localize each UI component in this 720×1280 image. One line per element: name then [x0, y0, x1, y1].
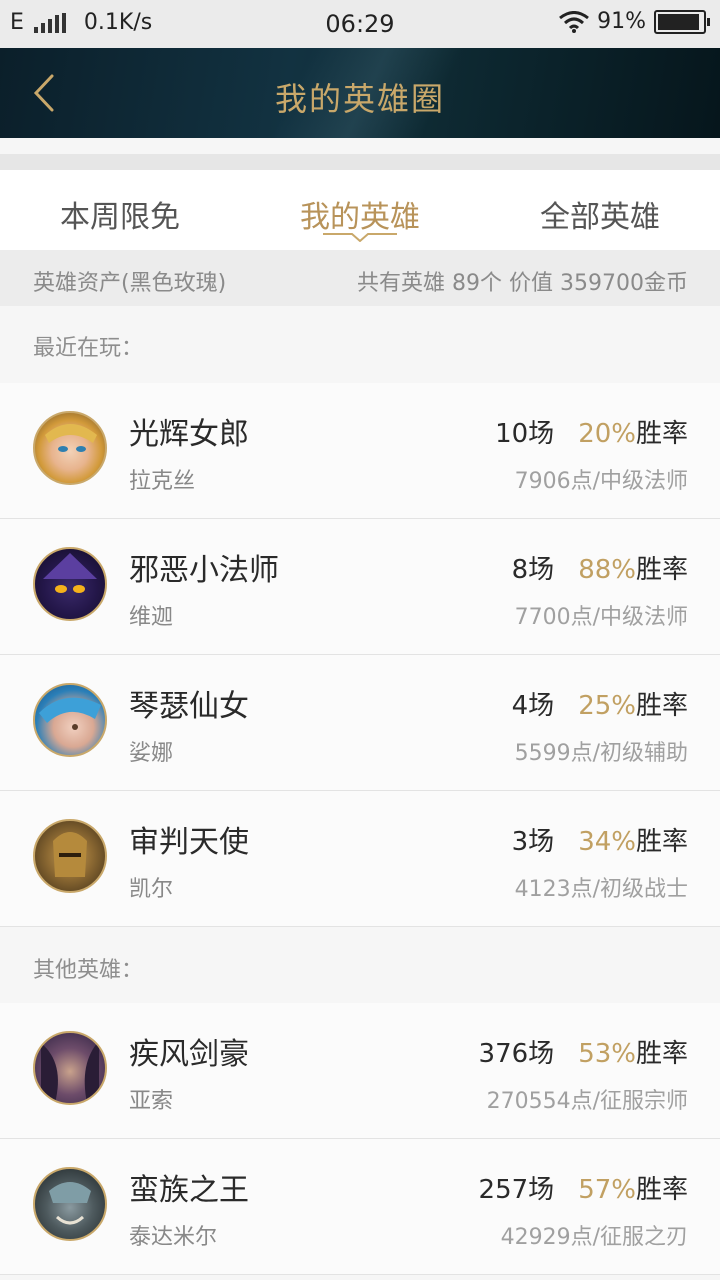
- hero-stats: 4场 25%胜率: [512, 685, 688, 722]
- hero-name: 光辉女郎: [129, 417, 249, 452]
- hero-row[interactable]: 审判天使 凯尔 3场 34%胜率 4123点/初级战士: [0, 791, 720, 927]
- section-label-others: 其他英雄：: [33, 958, 144, 983]
- other-hero-list: 疾风剑豪 亚索 376场 53%胜率 270554点/征服宗师 蛮族之王 泰达米尔…: [0, 1003, 720, 1275]
- page-title: 我的英雄圈: [274, 80, 445, 118]
- win-rate-suffix: 胜率: [635, 1039, 688, 1069]
- hero-row[interactable]: 邪恶小法师 维迦 8场 88%胜率 7700点/中级法师: [0, 519, 720, 655]
- hero-avatar: [33, 1031, 107, 1105]
- games-count: 3场: [511, 827, 555, 857]
- hero-avatar: [33, 683, 107, 757]
- win-rate-suffix: 胜率: [635, 1175, 688, 1205]
- hero-stats: 10场 20%胜率: [495, 413, 688, 450]
- win-rate-suffix: 胜率: [635, 827, 688, 857]
- wifi-icon: [559, 10, 590, 33]
- hero-name: 琴瑟仙女: [129, 689, 249, 724]
- hero-stats: 3场 34%胜率: [512, 821, 688, 858]
- hero-row[interactable]: 琴瑟仙女 娑娜 4场 25%胜率 5599点/初级辅助: [0, 655, 720, 791]
- section-label-recent: 最近在玩：: [33, 336, 144, 361]
- recent-hero-list: 光辉女郎 拉克丝 10场 20%胜率 7906点/中级法师 邪恶小法师 维迦 8场…: [0, 383, 720, 927]
- hero-subname: 维迦: [129, 605, 174, 630]
- games-count: 8场: [511, 555, 555, 585]
- hero-level: 5599点/初级辅助: [514, 741, 688, 766]
- win-rate-suffix: 胜率: [635, 419, 688, 449]
- win-rate-suffix: 胜率: [635, 555, 688, 585]
- tab-my-heroes[interactable]: 我的英雄: [240, 170, 480, 250]
- hero-avatar: [33, 411, 107, 485]
- hero-row[interactable]: 蛮族之王 泰达米尔 257场 57%胜率 42929点/征服之刃: [0, 1139, 720, 1275]
- tab-bar: 本周限免 我的英雄 全部英雄: [0, 170, 720, 250]
- win-rate: 88%: [578, 555, 636, 585]
- hero-level: 7906点/中级法师: [514, 469, 688, 494]
- hero-row[interactable]: 光辉女郎 拉克丝 10场 20%胜率 7906点/中级法师: [0, 383, 720, 519]
- hero-name: 审判天使: [129, 825, 249, 860]
- hero-avatar: [33, 1167, 107, 1241]
- hero-stats: 257场 57%胜率: [479, 1169, 688, 1206]
- games-count: 10场: [495, 419, 555, 449]
- hero-subname: 泰达米尔: [129, 1225, 218, 1250]
- hero-level: 4123点/初级战士: [514, 877, 688, 902]
- games-count: 257场: [478, 1175, 555, 1205]
- hero-assets-bar: 英雄资产(黑色玫瑰) 共有英雄 89个 价值 359700金币: [0, 250, 720, 306]
- win-rate-suffix: 胜率: [635, 691, 688, 721]
- hero-name: 蛮族之王: [129, 1173, 249, 1208]
- hero-avatar: [33, 547, 107, 621]
- hero-subname: 拉克丝: [129, 469, 196, 494]
- tab-label: 全部英雄: [540, 200, 660, 235]
- hero-level: 7700点/中级法师: [514, 605, 688, 630]
- win-rate: 34%: [578, 827, 636, 857]
- divider-band: [0, 154, 720, 170]
- status-right: 91%: [559, 9, 710, 34]
- assets-label: 英雄资产(黑色玫瑰): [33, 271, 227, 296]
- battery-icon: [654, 9, 710, 34]
- status-bar: E 0.1K/s 06:29 91%: [0, 0, 720, 48]
- active-tab-indicator: [323, 233, 397, 242]
- hero-subname: 凯尔: [129, 877, 174, 902]
- hero-name: 邪恶小法师: [129, 553, 279, 588]
- hero-avatar: [33, 819, 107, 893]
- assets-summary: 共有英雄 89个 价值 359700金币: [357, 271, 688, 296]
- tab-label: 本周限免: [60, 200, 180, 235]
- hero-level: 42929点/征服之刃: [500, 1225, 688, 1250]
- tab-all-heroes[interactable]: 全部英雄: [480, 170, 720, 250]
- tab-label: 我的英雄: [300, 200, 420, 235]
- win-rate: 57%: [578, 1175, 636, 1205]
- hero-row[interactable]: 疾风剑豪 亚索 376场 53%胜率 270554点/征服宗师: [0, 1003, 720, 1139]
- hero-name: 疾风剑豪: [129, 1037, 249, 1072]
- win-rate: 53%: [578, 1039, 636, 1069]
- hero-subname: 亚索: [129, 1089, 174, 1114]
- games-count: 376场: [478, 1039, 555, 1069]
- hero-stats: 8场 88%胜率: [512, 549, 688, 586]
- win-rate: 20%: [578, 419, 636, 449]
- win-rate: 25%: [578, 691, 636, 721]
- tab-weekly-free[interactable]: 本周限免: [0, 170, 240, 250]
- hero-stats: 376场 53%胜率: [479, 1033, 688, 1070]
- hero-level: 270554点/征服宗师: [486, 1089, 688, 1114]
- top-nav-bar: 我的英雄圈: [0, 48, 720, 138]
- battery-percent: 91%: [597, 9, 646, 34]
- games-count: 4场: [511, 691, 555, 721]
- hero-subname: 娑娜: [129, 741, 174, 766]
